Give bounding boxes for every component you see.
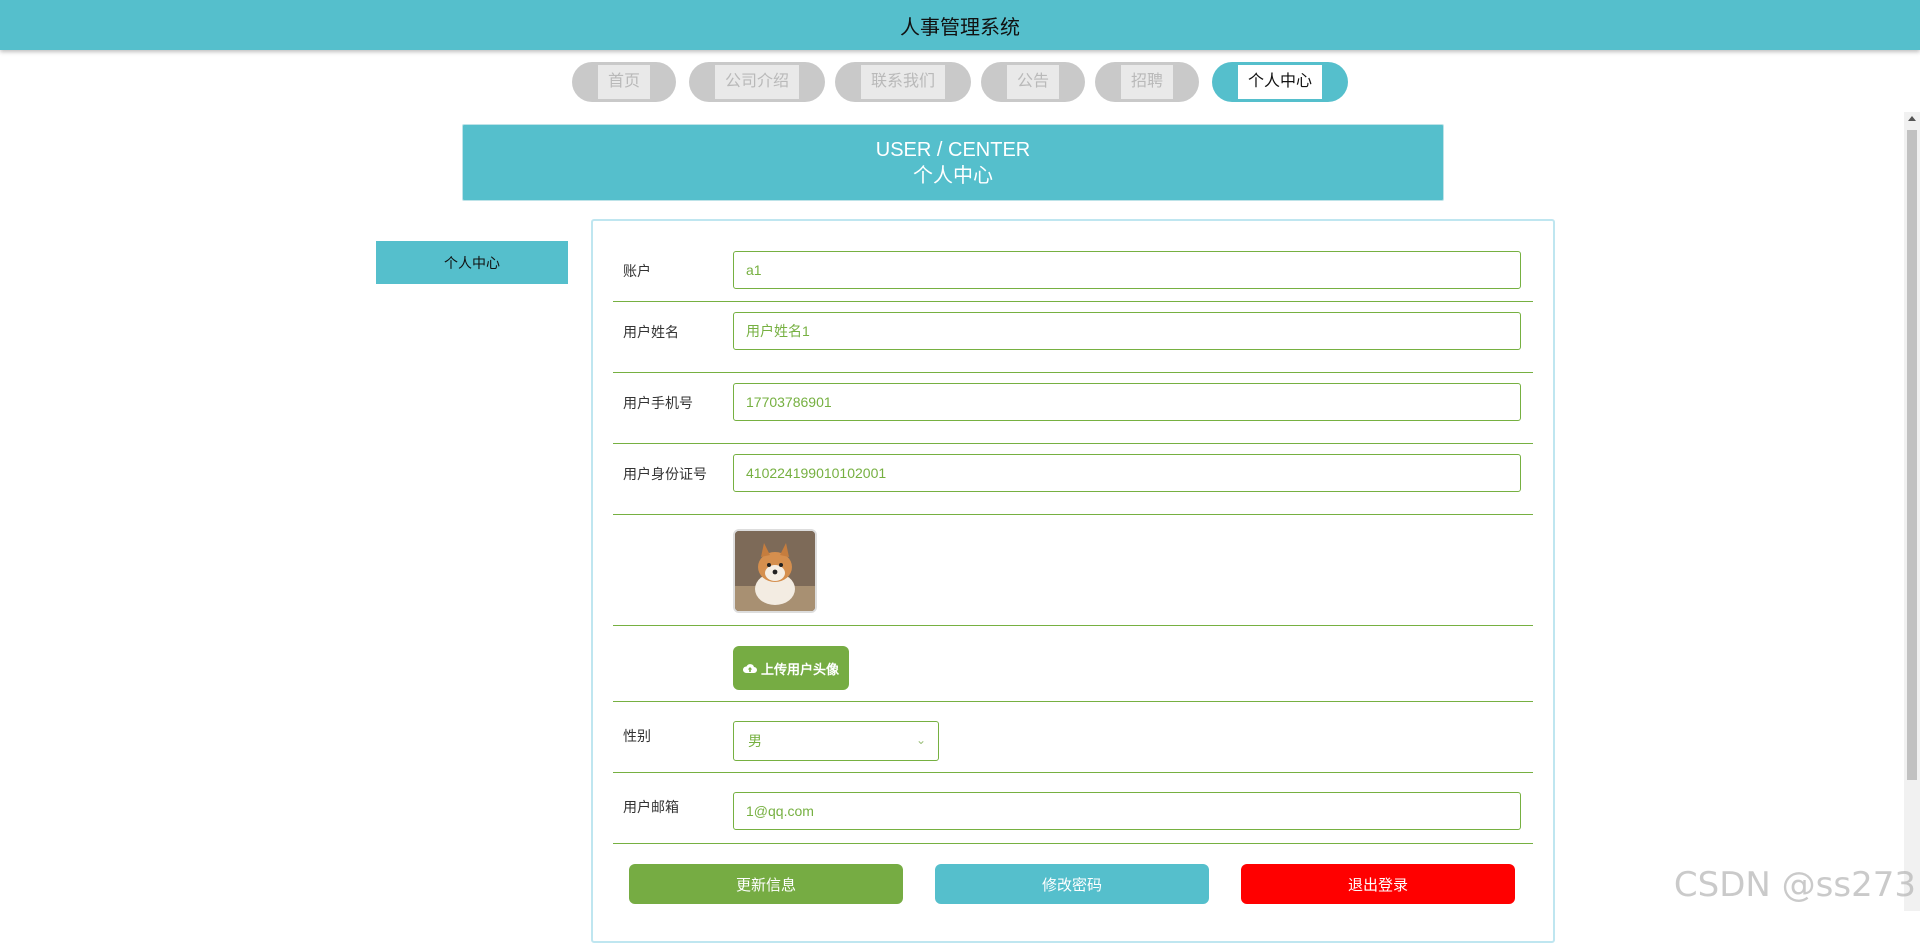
account-label: 账户 [623, 261, 651, 281]
avatar [733, 529, 817, 613]
nav-contact-us[interactable]: 联系我们 [835, 62, 971, 102]
account-input[interactable]: a1 [733, 251, 1521, 289]
banner-title-en: USER / CENTER [463, 137, 1443, 163]
account-row: 账户 a1 [613, 241, 1533, 302]
name-input[interactable]: 用户姓名1 [733, 312, 1521, 350]
idcard-input[interactable]: 410224199010102001 [733, 454, 1521, 492]
scroll-thumb[interactable] [1907, 130, 1917, 780]
name-label: 用户姓名 [623, 322, 679, 342]
logout-button[interactable]: 退出登录 [1241, 864, 1515, 904]
gender-label: 性别 [623, 726, 651, 746]
nav-personal-center[interactable]: 个人中心 [1212, 62, 1348, 102]
upload-row: 上传用户头像 [613, 626, 1533, 702]
phone-input[interactable]: 17703786901 [733, 383, 1521, 421]
nav-company-intro-label: 公司介绍 [715, 65, 799, 99]
avatar-row [613, 515, 1533, 626]
update-info-button[interactable]: 更新信息 [629, 864, 903, 904]
nav-contact-us-label: 联系我们 [861, 65, 945, 99]
phone-row: 用户手机号 17703786901 [613, 373, 1533, 444]
scroll-up-arrow-icon[interactable] [1908, 116, 1916, 121]
top-header: 人事管理系统 [0, 0, 1920, 50]
nav-recruitment[interactable]: 招聘 [1095, 62, 1199, 102]
page-banner: USER / CENTER 个人中心 [462, 124, 1444, 201]
nav-home[interactable]: 首页 [572, 62, 676, 102]
sidebar-item-personal-center[interactable]: 个人中心 [376, 241, 568, 284]
chevron-down-icon: ⌄ [916, 733, 926, 747]
upload-avatar-button[interactable]: 上传用户头像 [733, 646, 849, 690]
nav-announcement[interactable]: 公告 [981, 62, 1085, 102]
idcard-row: 用户身份证号 410224199010102001 [613, 444, 1533, 515]
nav-home-label: 首页 [598, 65, 650, 99]
app-title: 人事管理系统 [900, 11, 1020, 40]
nav-announcement-label: 公告 [1007, 65, 1059, 99]
profile-form: 账户 a1 用户姓名 用户姓名1 用户手机号 17703786901 用户身份证… [591, 219, 1555, 943]
gender-row: 性别 男 ⌄ [613, 702, 1533, 773]
cloud-upload-icon [743, 662, 757, 674]
gender-select[interactable]: 男 ⌄ [733, 721, 939, 761]
email-label: 用户邮箱 [623, 797, 679, 817]
dog-photo-icon [735, 531, 815, 611]
watermark: CSDN @ss273 [1674, 865, 1916, 905]
email-row: 用户邮箱 1@qq.com [613, 773, 1533, 844]
idcard-label: 用户身份证号 [623, 464, 707, 484]
phone-label: 用户手机号 [623, 393, 693, 413]
nav-recruitment-label: 招聘 [1121, 65, 1173, 99]
page-scrollbar[interactable] [1904, 112, 1920, 911]
nav-personal-center-label: 个人中心 [1238, 65, 1322, 99]
name-row: 用户姓名 用户姓名1 [613, 302, 1533, 373]
gender-value: 男 [748, 731, 762, 751]
nav-company-intro[interactable]: 公司介绍 [689, 62, 825, 102]
banner-title-cn: 个人中心 [463, 163, 1443, 189]
email-input[interactable]: 1@qq.com [733, 792, 1521, 830]
change-password-button[interactable]: 修改密码 [935, 864, 1209, 904]
upload-avatar-label: 上传用户头像 [761, 659, 839, 678]
main-nav: 首页 公司介绍 联系我们 公告 招聘 个人中心 [0, 62, 1920, 102]
